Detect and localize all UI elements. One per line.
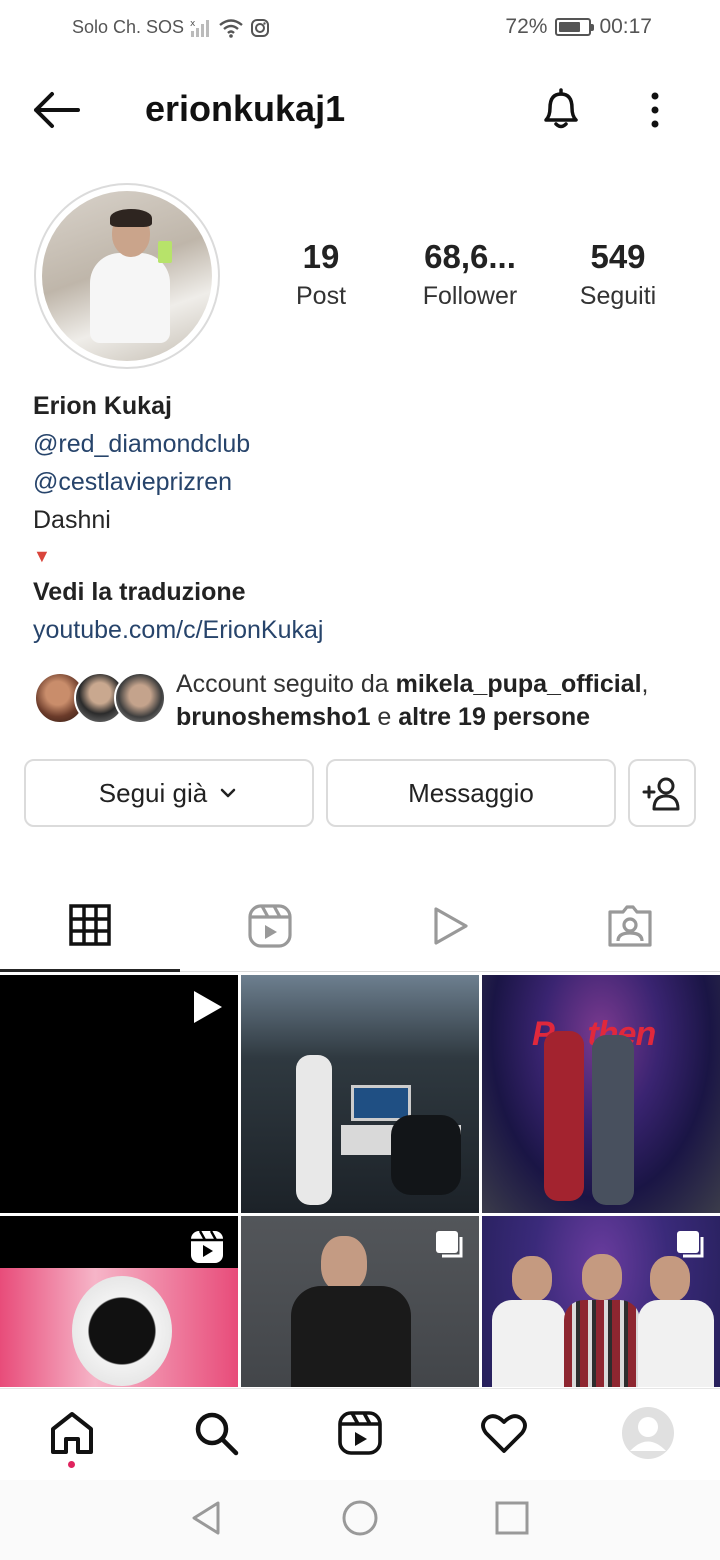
play-icon [194,991,222,1023]
reels-icon [248,904,292,948]
bio-text: Dashni [33,506,111,534]
stat-posts-value: 19 [302,238,340,275]
arrow-left-icon[interactable] [30,88,82,132]
add-person-icon [642,777,680,811]
bio-website[interactable]: youtube.com/c/ErionKukaj [33,611,693,649]
tab-grid[interactable] [0,880,180,972]
tab-videos[interactable] [360,880,540,972]
profile-bio: Erion Kukaj @red_diamondclub @cestlaviep… [33,387,693,649]
followed-user-1: mikela_pupa_official [395,670,642,698]
more-vertical-icon[interactable] [640,88,670,132]
stat-posts-label: Post [295,282,347,310]
system-navigation-bar [0,1480,720,1560]
stat-followers-value: 68,6... [424,238,516,275]
wifi-icon [219,18,243,38]
bell-icon[interactable] [536,84,586,134]
notification-dot [68,1461,75,1468]
post-tile[interactable] [0,1216,238,1387]
stat-following[interactable]: 549 Seguiti [548,238,688,311]
followed-by[interactable]: Account seguito da mikela_pupa_official,… [34,668,714,738]
svg-text:x: x [190,19,196,29]
message-button[interactable]: Messaggio [326,759,616,827]
instagram-notification-icon [251,18,270,37]
nav-activity[interactable] [474,1403,534,1463]
chevron-down-icon [220,788,236,798]
signal-icon: x [190,19,210,37]
profile-username: erionkukaj1 [145,88,346,129]
followed-others: altre 19 persone [398,703,591,731]
stat-following-value: 549 [590,238,646,275]
clock: 00:17 [599,15,652,38]
followed-user-2: brunoshemsho1 [176,703,371,731]
bio-full-name: Erion Kukaj [33,392,172,420]
battery-icon [555,18,595,36]
battery-percent: 72% [505,15,548,38]
bio-mention-2[interactable]: @cestlavieprizren [33,463,693,501]
bottom-navigation [0,1388,720,1480]
status-right: 72% 00:17 [505,15,652,39]
stat-followers[interactable]: 68,6... Follower [400,238,540,311]
grid-icon [69,903,111,946]
search-icon [195,1412,239,1456]
post-tile[interactable]: P then [482,975,720,1213]
tab-tagged[interactable] [540,880,720,972]
status-bar: Solo Ch. SOS x 72% 00:17 [0,0,720,56]
suggest-people-button[interactable] [628,759,696,827]
carousel-icon [436,1231,463,1258]
post-tile[interactable] [241,1216,479,1387]
reels-icon [338,1411,382,1455]
reels-icon [191,1230,223,1263]
posts-grid: P then [0,975,720,1387]
post-tile[interactable] [0,975,238,1213]
profile-avatar-icon [622,1407,674,1459]
nav-profile[interactable] [618,1403,678,1463]
followed-by-text: Account seguito da mikela_pupa_official,… [176,670,649,731]
profile-stats: 19 Post 68,6... Follower 549 Seguiti [270,238,700,328]
profile-header: erionkukaj1 [0,70,720,150]
nav-search[interactable] [186,1403,246,1463]
triangle-icon: ▼ [33,546,51,566]
tab-reels[interactable] [180,880,360,972]
avatar-image [42,191,212,361]
home-circle-icon[interactable] [340,1498,380,1538]
tagged-icon [608,905,652,947]
stat-posts[interactable]: 19 Post [251,238,391,311]
play-icon [434,907,468,945]
home-icon [51,1412,93,1454]
back-triangle-icon[interactable] [186,1498,226,1538]
profile-avatar[interactable] [34,183,220,369]
stat-followers-label: Follower [422,282,518,310]
post-tile[interactable] [241,975,479,1213]
follower-avatar [114,672,166,724]
status-left: Solo Ch. SOS x [72,17,270,38]
stat-following-label: Seguiti [579,282,657,310]
recents-square-icon[interactable] [492,1498,532,1538]
following-button[interactable]: Segui già [24,759,314,827]
message-button-label: Messaggio [408,777,534,808]
carousel-icon [677,1231,704,1258]
translate-link[interactable]: Vedi la traduzione [33,573,693,611]
bio-mention-1[interactable]: @red_diamondclub [33,425,693,463]
heart-icon [481,1414,527,1453]
carrier-text: Solo Ch. SOS [72,17,185,37]
profile-tabs [0,880,720,972]
post-tile[interactable] [482,1216,720,1387]
nav-home[interactable] [42,1403,102,1463]
nav-reels[interactable] [330,1403,390,1463]
following-button-label: Segui già [98,777,208,808]
